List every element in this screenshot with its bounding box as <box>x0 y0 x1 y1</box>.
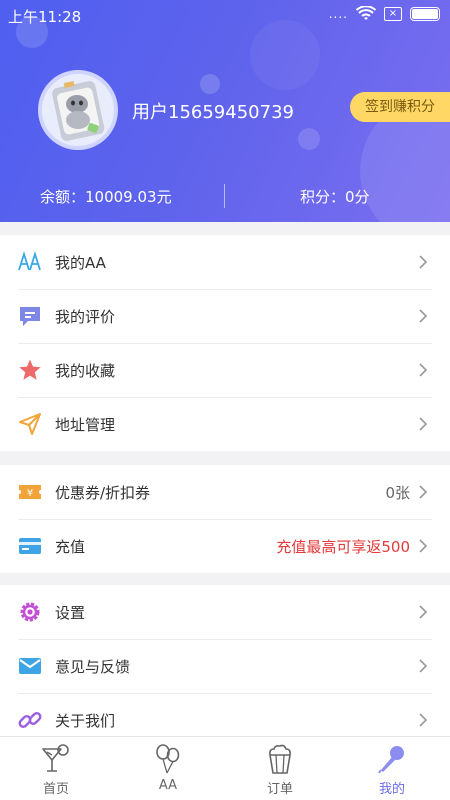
menu-item-label: 我的评价 <box>55 308 116 326</box>
decor-bubble <box>250 20 320 90</box>
cat-photo-icon <box>42 74 114 146</box>
no-sim-icon: × <box>384 7 402 21</box>
menu-item-label: 意见与反馈 <box>55 658 131 676</box>
menu-item-label: 设置 <box>55 604 86 622</box>
menu-item-label: 优惠券/折扣券 <box>55 484 151 502</box>
menu-group-wallet: ¥ 优惠券/折扣券 0张 充值 充值最高可享返500 <box>0 465 450 573</box>
menu-item-settings[interactable]: 设置 <box>0 585 450 639</box>
comment-icon <box>20 307 40 326</box>
avatar[interactable] <box>38 70 118 150</box>
cocktail-icon <box>42 744 69 772</box>
menu-item-about[interactable]: 关于我们 <box>0 693 450 736</box>
coupon-icon: ¥ <box>19 485 41 499</box>
tab-home[interactable]: 首页 <box>0 737 112 800</box>
checkin-button[interactable]: 签到赚积分 <box>350 92 450 122</box>
menu-item-address[interactable]: 地址管理 <box>0 397 450 451</box>
svg-text:¥: ¥ <box>27 488 33 499</box>
divider <box>224 184 225 208</box>
status-time: 上午11:28 <box>8 8 82 26</box>
chevron-right-icon <box>419 539 428 553</box>
popcorn-icon <box>269 744 291 774</box>
tab-label: 我的 <box>378 782 405 797</box>
link-icon <box>18 712 42 728</box>
microphone-icon <box>378 746 404 774</box>
menu-item-label: 充值 <box>55 538 86 556</box>
mail-icon <box>19 658 41 674</box>
username: 用户15659450739 <box>132 102 294 123</box>
star-icon <box>19 359 41 380</box>
signal-dots-icon: .... <box>328 7 348 21</box>
menu-item-label: 我的收藏 <box>55 362 116 380</box>
menu-item-my-reviews[interactable]: 我的评价 <box>0 289 450 343</box>
menu-group-system: 设置 意见与反馈 关于我们 <box>0 585 450 736</box>
status-bar: 上午11:28 .... × <box>0 0 450 30</box>
coupon-count: 0张 <box>385 484 410 502</box>
chevron-right-icon <box>419 309 428 323</box>
menu-group-account: 我的AA 我的评价 我的收藏 地址管理 <box>0 235 450 451</box>
points-text[interactable]: 积分：0分 <box>300 186 370 207</box>
menu-item-favorites[interactable]: 我的收藏 <box>0 343 450 397</box>
battery-icon <box>410 7 440 21</box>
profile-header: 上午11:28 .... × 用户15659450739 签到赚积分 余额：10… <box>0 0 450 222</box>
wifi-icon <box>356 6 376 20</box>
tab-aa[interactable]: AA <box>112 737 224 800</box>
card-icon <box>19 538 41 554</box>
balance-row: 余额：10009.03元 积分：0分 <box>0 178 450 218</box>
gear-icon <box>20 602 40 622</box>
chevron-right-icon <box>419 713 428 727</box>
recharge-promo: 充值最高可享返500 <box>276 538 410 556</box>
status-icons: .... × <box>329 6 440 22</box>
chevron-right-icon <box>419 255 428 269</box>
balloons-icon <box>156 744 180 774</box>
menu-item-coupons[interactable]: ¥ 优惠券/折扣券 0张 <box>0 465 450 519</box>
menu-item-label: 我的AA <box>55 254 106 272</box>
chevron-right-icon <box>419 659 428 673</box>
location-arrow-icon <box>19 413 41 435</box>
tab-label: 首页 <box>42 782 69 797</box>
decor-bubble <box>200 74 220 94</box>
balance-text[interactable]: 余额：10009.03元 <box>40 186 172 207</box>
tab-mine[interactable]: 我的 <box>336 737 448 800</box>
chevron-right-icon <box>419 417 428 431</box>
menu-item-feedback[interactable]: 意见与反馈 <box>0 639 450 693</box>
decor-bubble <box>298 128 320 150</box>
menu-item-my-aa[interactable]: 我的AA <box>0 235 450 289</box>
menu-item-recharge[interactable]: 充值 充值最高可享返500 <box>0 519 450 573</box>
menu-item-label: 关于我们 <box>55 712 116 730</box>
chevron-right-icon <box>419 485 428 499</box>
aa-icon <box>18 250 41 271</box>
tab-label: 订单 <box>266 782 293 797</box>
tab-orders[interactable]: 订单 <box>224 737 336 800</box>
tab-label: AA <box>158 778 178 793</box>
menu-item-label: 地址管理 <box>55 416 116 434</box>
chevron-right-icon <box>419 363 428 377</box>
chevron-right-icon <box>419 605 428 619</box>
bottom-tab-bar: 首页 AA 订单 我的 <box>0 736 450 800</box>
